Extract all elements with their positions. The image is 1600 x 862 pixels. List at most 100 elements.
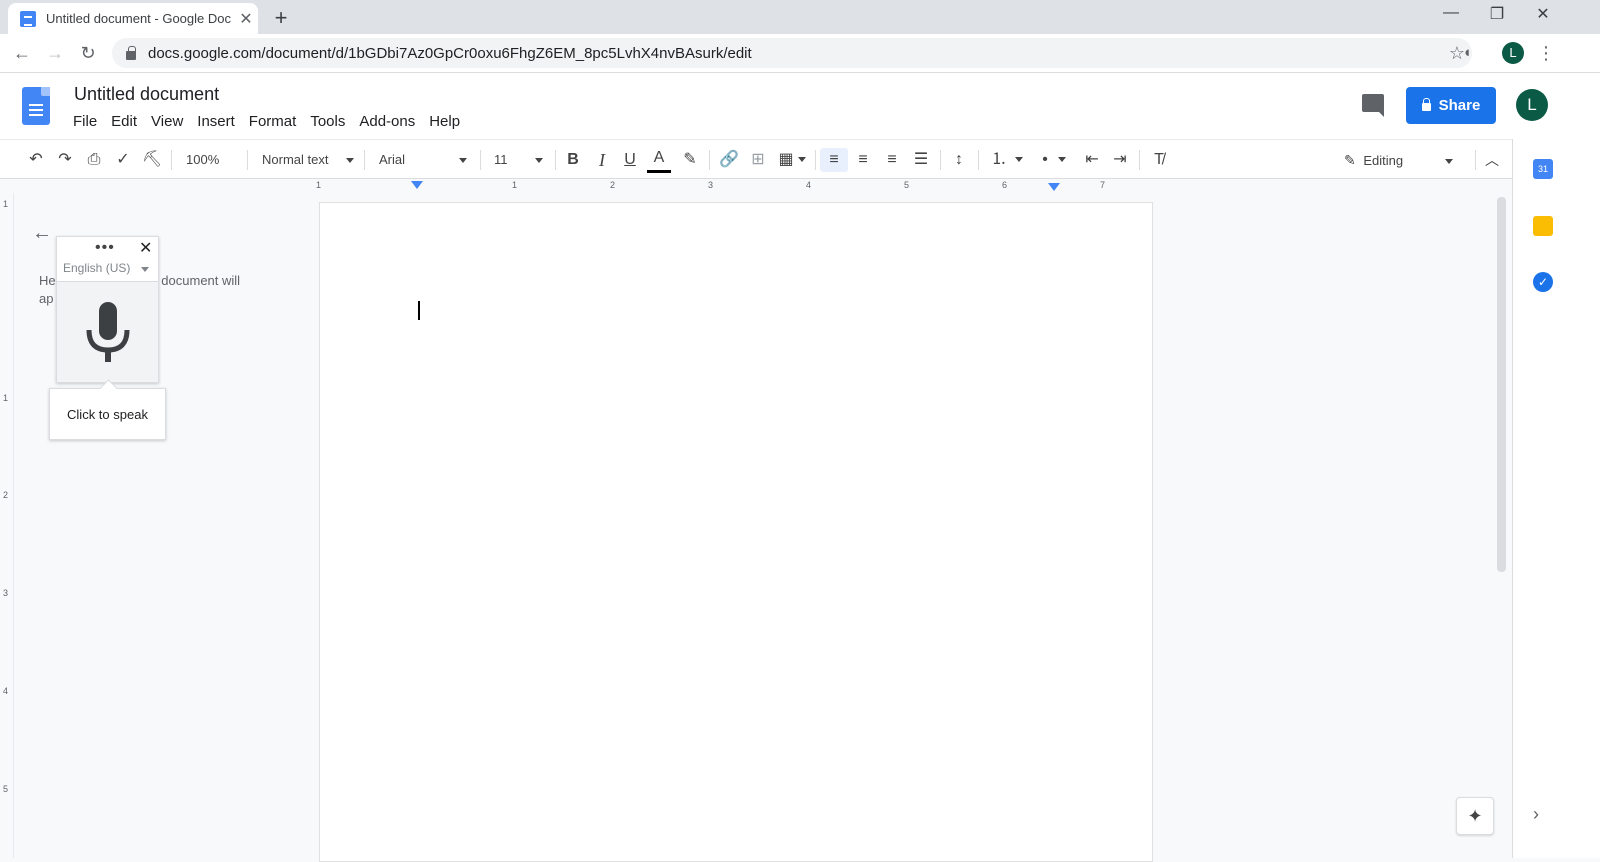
browser-tab-bar: Untitled document - Google Doc ✕ + — ❐ ✕: [0, 0, 1600, 34]
menu-view[interactable]: View: [144, 113, 190, 130]
minimize-icon[interactable]: —: [1428, 4, 1474, 22]
voice-typing-widget: ••• ✕ English (US): [56, 236, 159, 383]
text-cursor: [418, 301, 420, 320]
font-size-value: 11: [494, 152, 508, 167]
microphone-icon: [86, 302, 130, 362]
italic-button[interactable]: I: [590, 148, 614, 172]
share-lock-icon: [1421, 97, 1431, 111]
ruler-mark: 2: [3, 490, 9, 500]
right-indent-marker-icon[interactable]: [1048, 183, 1060, 191]
mode-value: Editing: [1363, 153, 1404, 168]
tab-close-icon[interactable]: ✕: [234, 9, 258, 29]
numbered-list-caret-icon: [1015, 157, 1023, 163]
docs-logo-icon[interactable]: [22, 87, 50, 125]
ruler-mark: 1: [3, 393, 9, 403]
bulleted-list-caret-icon: [1057, 157, 1066, 163]
increase-indent-icon[interactable]: ⇥: [1108, 148, 1132, 172]
zoom-select[interactable]: 100%: [186, 148, 240, 188]
insert-image-icon[interactable]: ▦: [775, 148, 809, 172]
forward-icon[interactable]: →: [43, 41, 67, 65]
vertical-ruler[interactable]: 1 1 2 3 4 5: [0, 193, 14, 858]
ruler-mark: 1: [316, 180, 322, 190]
clear-formatting-icon[interactable]: T̸: [1147, 148, 1171, 172]
document-scrollbar[interactable]: [1497, 197, 1506, 572]
keep-icon[interactable]: [1533, 216, 1553, 236]
font-select[interactable]: Arial: [379, 148, 471, 172]
back-icon[interactable]: ←: [10, 41, 34, 65]
ruler-mark: 5: [904, 180, 910, 190]
calendar-icon[interactable]: 31: [1533, 159, 1553, 179]
zoom-value: 100%: [186, 152, 220, 167]
align-justify-icon[interactable]: ☰: [909, 148, 933, 172]
document-title[interactable]: Untitled document: [74, 84, 219, 105]
menu-tools[interactable]: Tools: [303, 113, 352, 130]
more-options-icon[interactable]: •••: [95, 239, 115, 257]
url-bar[interactable]: docs.google.com/document/d/1bGDbi7Az0GpC…: [112, 38, 1472, 68]
browser-menu-icon[interactable]: ⋮: [1534, 41, 1558, 65]
redo-icon[interactable]: ↷: [53, 148, 77, 172]
menu-edit[interactable]: Edit: [104, 113, 144, 130]
menu-help[interactable]: Help: [422, 113, 467, 130]
menu-file[interactable]: File: [66, 113, 104, 130]
add-comment-icon[interactable]: ⊞: [746, 148, 770, 172]
ruler-mark: 3: [708, 180, 714, 190]
print-icon[interactable]: ⎙: [82, 148, 106, 172]
menu-bar: File Edit View Insert Format Tools Add-o…: [66, 113, 467, 130]
spellcheck-icon[interactable]: ✓: [111, 148, 135, 172]
paragraph-style-select[interactable]: Normal text: [262, 148, 356, 172]
menu-insert[interactable]: Insert: [190, 113, 242, 130]
ruler-mark: 1: [512, 180, 518, 190]
highlight-color-icon[interactable]: ✎: [678, 148, 702, 172]
hide-menus-chevron-up-icon[interactable]: ︿: [1480, 148, 1504, 172]
line-spacing-icon[interactable]: ↕: [947, 148, 971, 172]
browser-address-bar: ← → ↻ docs.google.com/document/d/1bGDbi7…: [0, 34, 1600, 73]
undo-icon[interactable]: ↶: [24, 148, 48, 172]
reload-icon[interactable]: ↻: [76, 41, 100, 65]
insert-link-icon[interactable]: 🔗: [717, 148, 741, 172]
font-caret-icon: [458, 158, 467, 164]
left-indent-marker-icon[interactable]: [411, 181, 423, 189]
decrease-indent-icon[interactable]: ⇤: [1080, 148, 1104, 172]
docs-header: Untitled document File Edit View Insert …: [0, 73, 1600, 139]
expand-side-panel-chevron-icon[interactable]: ›: [1533, 804, 1539, 825]
extension-icon[interactable]: ◖: [1455, 41, 1479, 65]
close-outline-back-icon[interactable]: ←: [32, 222, 52, 245]
ruler-mark: 7: [1100, 180, 1106, 190]
numbered-list-icon[interactable]: ⒈: [987, 148, 1027, 172]
ruler-mark: 4: [806, 180, 812, 190]
ruler-mark: 4: [3, 686, 9, 696]
new-tab-button[interactable]: +: [268, 5, 294, 31]
explore-icon[interactable]: ✦: [1456, 797, 1494, 835]
bulleted-list-icon[interactable]: •: [1034, 148, 1074, 172]
document-page[interactable]: [319, 202, 1153, 862]
align-right-icon[interactable]: ≡: [880, 148, 904, 172]
voice-close-icon[interactable]: ✕: [139, 238, 152, 258]
ruler-mark: 5: [3, 784, 9, 794]
browser-profile-avatar[interactable]: L: [1502, 42, 1524, 64]
menu-addons[interactable]: Add-ons: [352, 113, 422, 130]
bold-button[interactable]: B: [561, 148, 585, 172]
tab-title: Untitled document - Google Doc: [46, 11, 231, 26]
window-close-icon[interactable]: ✕: [1520, 4, 1566, 24]
comment-history-icon[interactable]: [1362, 94, 1384, 117]
paint-format-icon[interactable]: ⛏: [140, 148, 164, 172]
language-select[interactable]: English (US): [63, 261, 130, 275]
underline-button[interactable]: U: [618, 148, 642, 172]
mode-caret-icon: [1444, 159, 1453, 165]
image-caret-icon: [797, 157, 806, 163]
lock-icon: [126, 45, 136, 60]
account-avatar[interactable]: L: [1516, 89, 1548, 121]
text-color-button[interactable]: A: [647, 148, 671, 173]
microphone-button[interactable]: [57, 281, 158, 382]
align-center-icon[interactable]: ≡: [851, 148, 875, 172]
menu-format[interactable]: Format: [242, 113, 304, 130]
horizontal-ruler[interactable]: 1 1 2 3 4 5 6 7: [0, 179, 1512, 193]
font-size-select[interactable]: 11: [494, 148, 546, 172]
editing-mode-select[interactable]: ✎ Editing: [1344, 148, 1470, 172]
tasks-icon[interactable]: ✓: [1533, 272, 1553, 292]
restore-icon[interactable]: ❐: [1474, 4, 1520, 24]
style-caret-icon: [346, 158, 355, 164]
browser-tab[interactable]: Untitled document - Google Doc ✕: [8, 3, 258, 34]
share-button[interactable]: Share: [1406, 87, 1496, 124]
align-left-icon[interactable]: ≡: [820, 148, 848, 172]
